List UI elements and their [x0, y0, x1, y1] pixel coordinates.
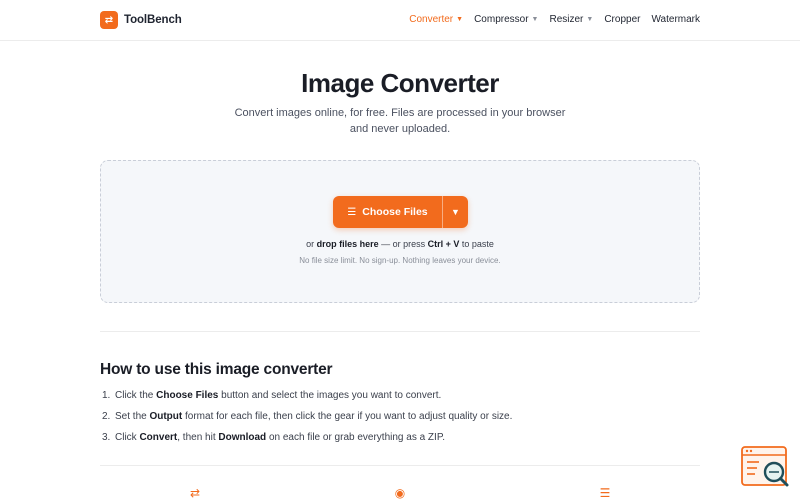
swap-arrows-icon: ⇄	[100, 11, 118, 29]
brand-name: ToolBench	[124, 14, 182, 26]
step-text-bold: Output	[149, 411, 183, 422]
caret-down-icon: ▼	[531, 16, 539, 23]
file-dropzone[interactable]: ☰ Choose Files ▼ or drop files here — or…	[100, 160, 700, 303]
step-number: 2.	[102, 411, 111, 422]
step-text-post: format for each file, then click the gea…	[182, 411, 513, 422]
step-text-mid: , then hit	[177, 432, 219, 443]
nav-item-converter[interactable]: Converter ▼	[409, 14, 463, 25]
hint-suffix: to paste	[459, 239, 494, 249]
choose-files-button[interactable]: ☰ Choose Files	[333, 196, 442, 228]
howto-steps: 1. Click the Choose Files button and sel…	[102, 390, 512, 453]
step-text-post: button and select the images you want to…	[218, 390, 442, 401]
caret-down-icon: ▼	[451, 207, 460, 217]
choose-source-dropdown-button[interactable]: ▼	[442, 196, 468, 228]
main-nav: Converter ▼ Compressor ▼ Resizer ▼ Cropp…	[409, 14, 700, 25]
section-divider	[100, 465, 700, 466]
step-text-pre: Set the	[115, 411, 150, 422]
step-text-bold: Choose Files	[156, 390, 219, 401]
step-text: Set the Output format for each file, the…	[115, 411, 512, 432]
nav-item-watermark[interactable]: Watermark	[651, 14, 700, 25]
nav-item-label: Converter	[409, 14, 454, 25]
page-title: Image Converter	[301, 68, 499, 98]
section-divider	[100, 331, 700, 332]
howto-step: 3. Click Convert, then hit Download on e…	[102, 432, 512, 453]
step-number: 1.	[102, 390, 111, 401]
hint-middle: — or press	[378, 239, 428, 249]
page-subtitle: Convert images online, for free. Files a…	[234, 107, 566, 135]
step-text: Click the Choose Files button and select…	[115, 390, 441, 411]
nav-item-compressor[interactable]: Compressor ▼	[474, 14, 538, 25]
step-text-post: on each file or grab everything as a ZIP…	[266, 432, 445, 443]
nav-item-label: Watermark	[651, 14, 700, 25]
step-text-bold: Convert	[139, 432, 178, 443]
howto-step: 1. Click the Choose Files button and sel…	[102, 390, 512, 411]
nav-item-label: Resizer	[549, 14, 584, 25]
choose-files-label: Choose Files	[362, 206, 428, 218]
target-icon: ◉	[394, 486, 406, 500]
nav-item-cropper[interactable]: Cropper	[604, 14, 640, 25]
nav-item-label: Compressor	[474, 14, 529, 25]
nav-item-label: Cropper	[604, 14, 641, 25]
brand-logo[interactable]: ⇄ ToolBench	[100, 11, 182, 29]
dropzone-hint: or drop files here — or press Ctrl + V t…	[101, 239, 699, 249]
step-text-pre: Click the	[115, 390, 157, 401]
step-text: Click Convert, then hit Download on each…	[115, 432, 445, 453]
file-list-icon: ☰	[347, 206, 357, 218]
step-number: 3.	[102, 432, 111, 443]
swap-arrows-icon: ⇄	[189, 486, 201, 500]
howto-title: How to use this image converter	[100, 361, 333, 378]
step-text-bold2: Download	[218, 432, 267, 443]
dropzone-note: No file size limit. No sign-up. Nothing …	[299, 256, 501, 265]
nav-item-resizer[interactable]: Resizer ▼	[549, 14, 593, 25]
hint-prefix: or	[306, 239, 317, 249]
step-text-pre: Click	[115, 432, 140, 443]
site-header: ⇄ ToolBench Converter ▼ Compressor ▼ Res…	[0, 0, 800, 41]
browser-search-icon	[741, 446, 789, 487]
choose-files-split-button: ☰ Choose Files ▼	[333, 196, 468, 228]
howto-step: 2. Set the Output format for each file, …	[102, 411, 512, 432]
caret-down-icon: ▼	[456, 16, 464, 23]
hint-drop: drop files here	[316, 239, 379, 249]
caret-down-icon: ▼	[586, 16, 594, 23]
list-icon: ☰	[599, 486, 611, 500]
hint-shortcut: Ctrl + V	[427, 239, 460, 249]
floating-search-widget[interactable]	[741, 446, 791, 490]
